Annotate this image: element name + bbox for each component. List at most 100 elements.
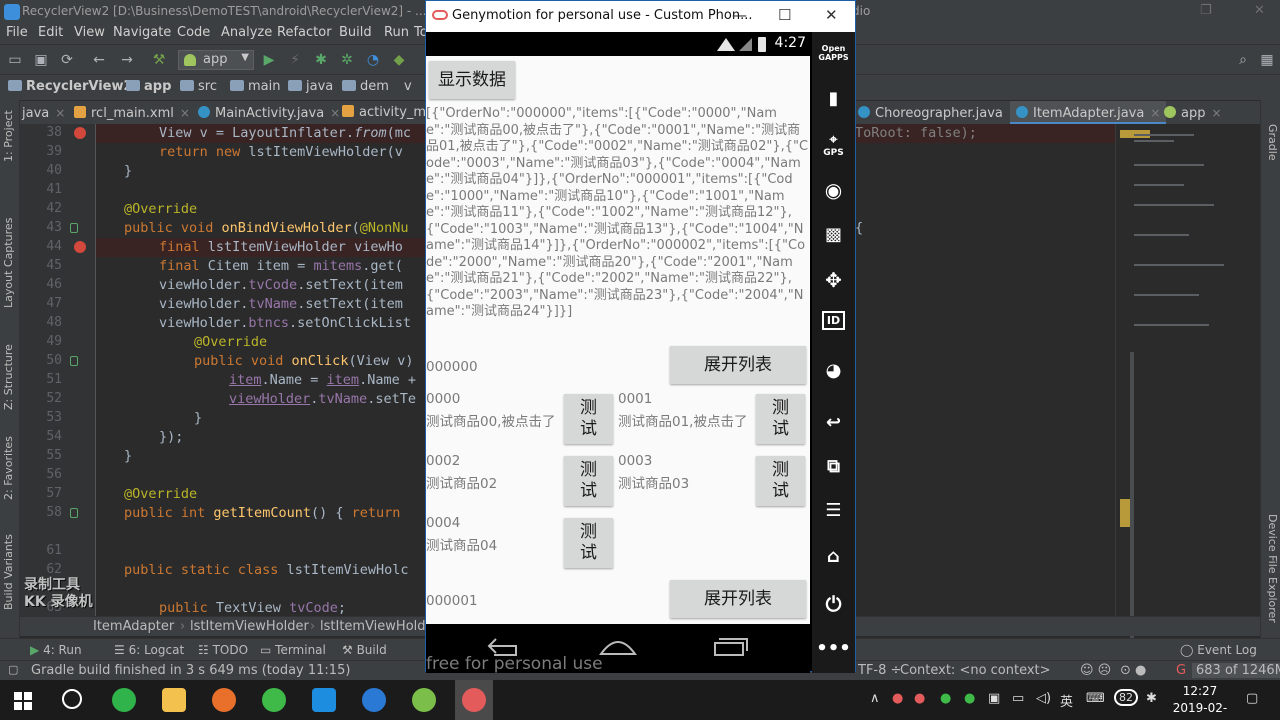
search-icon[interactable]: ⌕ [1234,51,1252,69]
code-editor-right[interactable]: ToRoot: false); { [855,124,1115,616]
save-icon[interactable]: ▣ [32,51,50,69]
code-minimap[interactable] [1115,124,1260,652]
taskbar-clock[interactable]: 12:27 2019-02-26 [1170,683,1230,720]
attach-debugger-icon[interactable]: ✲ [338,51,356,69]
show-data-button[interactable]: 显示数据 [429,61,515,99]
app-green-icon[interactable] [112,688,136,712]
apply-changes-icon[interactable]: ⚡ [286,51,304,69]
tool-todo[interactable]: ☷ TODO [198,643,248,657]
close-tab-icon[interactable]: × [55,106,65,120]
tool-build[interactable]: ⚒ Build [342,643,387,657]
sync-icon[interactable]: ⟳ [58,51,76,69]
crumb-src[interactable]: src [180,79,217,94]
crumb-holder-ctor[interactable]: lstItemViewHolder [320,619,439,634]
tool-structure[interactable]: Z: Structure [2,344,15,410]
memory-indicator[interactable]: 683 of 1246M [1192,663,1280,678]
crumb-main[interactable]: main [230,79,280,94]
encoding-indicator[interactable]: TF-8 ÷ [858,663,901,678]
menu-file[interactable]: File [6,25,28,40]
camera-webcam-icon[interactable]: ◉ [812,178,855,202]
code-editor[interactable]: View v = LayoutInflater.from(mc return n… [96,124,426,616]
browser-icon[interactable] [362,688,386,712]
crumb-project[interactable]: RecyclerView2 [8,79,133,94]
tray-chevron-icon[interactable]: ∧ [870,691,880,706]
menu-edit[interactable]: Edit [38,25,63,40]
close-tab-icon[interactable]: × [1211,106,1221,120]
close-tab-icon[interactable]: × [180,106,190,120]
run-icon[interactable]: ▶ [260,51,278,69]
tool-project[interactable]: 1: Project [2,110,15,162]
tray-network-icon[interactable]: ▣ [988,691,1000,706]
profiler-icon[interactable]: ◔ [364,51,382,69]
home-icon[interactable]: ⌂ [812,546,855,567]
grid-icon[interactable]: ▦ [1258,51,1276,69]
genymotion-task-icon[interactable] [462,688,486,712]
disk-icon[interactable]: ◕ [812,360,855,381]
coverage-icon[interactable]: ◆ [390,51,408,69]
windows-start-icon[interactable] [14,692,32,710]
restore-icon[interactable]: ❐ [1200,3,1212,18]
event-log[interactable]: ◯ Event Log [1180,643,1257,657]
tool-device-file-explorer[interactable]: Device File Explorer [1266,514,1279,623]
tab-rcl-main[interactable]: rcl_main.xml × [74,101,190,125]
recent-apps-icon[interactable]: ⧉ [812,456,855,477]
minimize-icon[interactable]: — [732,6,747,24]
more-icon[interactable]: ••• [812,638,855,659]
crumb-java[interactable]: java [288,79,333,94]
battery-widget-icon[interactable]: ▮ [812,88,855,109]
menu-icon[interactable]: ☰ [812,500,855,521]
tab-choreographer[interactable]: Choreographer.java× [858,101,1019,125]
expand-list-button[interactable]: 展开列表 [670,346,806,384]
menu-run[interactable]: Run [384,25,409,40]
override-marker-icon[interactable] [70,356,78,366]
tab-item-adapter[interactable]: ItemAdapter.java × [1010,101,1167,125]
tool-run[interactable]: ▶ 4: Run [30,643,82,657]
tab-java[interactable]: java × [22,101,65,125]
tool-layout-captures[interactable]: Layout Captures [2,218,15,308]
breakpoint-icon[interactable] [74,241,86,253]
star-app-icon[interactable] [312,688,336,712]
screencast-icon[interactable]: ▩ [812,224,855,245]
forward-arrow-icon[interactable]: → [118,51,136,69]
close-icon[interactable]: ✕ [825,6,838,24]
gps-button[interactable]: ⌖ GPS [812,132,855,158]
ime-indicator[interactable]: 英 [1060,691,1073,710]
make-hammer-icon[interactable]: ⚒ [150,51,168,69]
test-button[interactable]: 测 试 [564,518,613,568]
device-id-button[interactable]: ID [812,311,855,330]
tray-app-icon[interactable]: ● [964,691,975,706]
breakpoint-icon[interactable] [74,127,86,139]
move-icon[interactable]: ✥ [812,268,855,292]
smiley-icon[interactable]: ☺ ☹ [1080,663,1111,678]
crumb-app[interactable]: app [126,79,171,94]
open-gapps-button[interactable]: Open GAPPS [812,44,855,62]
notification-icon[interactable]: ▢ [1246,691,1258,706]
minimap-scrollbar[interactable] [1130,352,1134,652]
crumb-v[interactable]: v [404,79,412,94]
open-folder-icon[interactable]: ▭ [6,51,24,69]
override-marker-icon[interactable] [70,508,78,518]
close-icon[interactable]: ✕ [1254,3,1265,18]
test-button[interactable]: 测 试 [756,394,805,444]
tool-build-variants[interactable]: Build Variants [2,534,15,610]
tray-wechat-icon[interactable]: ● [940,691,951,706]
home-icon[interactable] [599,636,637,658]
menu-view[interactable]: View [74,25,105,40]
tab-activity-main[interactable]: activity_m [342,101,426,125]
menu-code[interactable]: Code [177,25,210,40]
menu-refactor[interactable]: Refactor [277,25,332,40]
back-icon[interactable]: ↩ [812,412,855,433]
tray-display-icon[interactable]: ▭ [1012,691,1024,706]
file-explorer-icon[interactable] [162,688,186,712]
keyboard-icon[interactable]: ⌨ [1086,691,1105,706]
debug-icon[interactable]: ✱ [312,51,330,69]
volume-icon[interactable]: ◁) [1036,691,1051,706]
battery-badge[interactable]: 82 [1114,689,1138,706]
wechat-icon[interactable] [262,688,286,712]
crumb-dem[interactable]: dem [342,79,389,94]
android-studio-task-icon[interactable] [412,688,436,712]
tab-app[interactable]: app × [1164,101,1222,125]
tool-favorites[interactable]: 2: Favorites [2,436,15,500]
tab-main-activity[interactable]: MainActivity.java × [198,101,340,125]
expand-list-button[interactable]: 展开列表 [670,580,806,618]
